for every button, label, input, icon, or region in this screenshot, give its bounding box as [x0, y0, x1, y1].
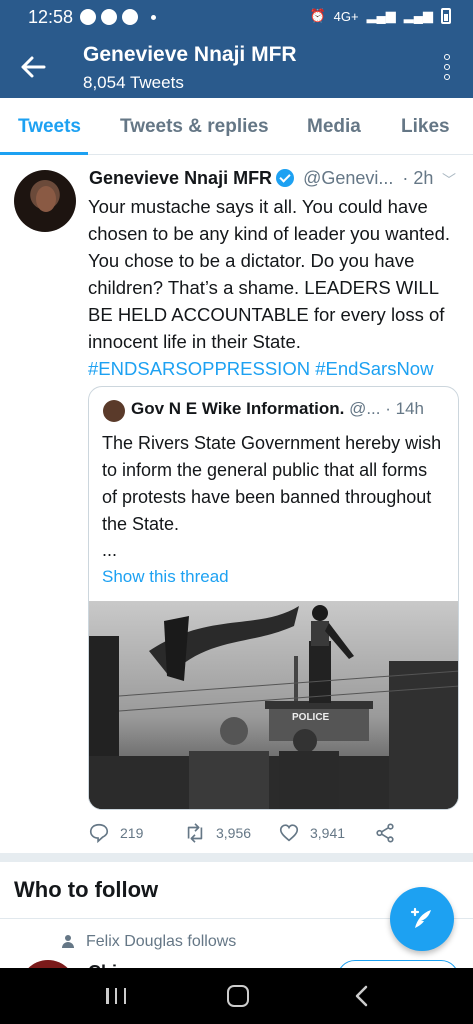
quoted-time: · 14h: [385, 399, 424, 418]
who-to-follow-title: Who to follow: [14, 877, 159, 902]
quoted-header: Gov N E Wike Information. @... · 14h: [131, 399, 424, 419]
notification-icon: [101, 9, 117, 25]
tweet-actions: 219 3,956 3,941: [88, 818, 463, 848]
system-nav-bar: [0, 968, 473, 1024]
like-count: 3,941: [310, 825, 346, 841]
reply-icon: [89, 823, 109, 844]
profile-header: Genevieve Nnaji MFR 8,054 Tweets: [0, 36, 473, 98]
show-thread-link[interactable]: Show this thread: [102, 567, 229, 587]
compose-tweet-button[interactable]: [390, 887, 454, 951]
back-arrow-icon[interactable]: [18, 52, 48, 82]
status-bar: 12:58 ⏰ 4G+ ▂▄▆ ▂▄▆: [0, 0, 473, 36]
retweet-count: 3,956: [216, 825, 252, 841]
verified-badge-icon: [276, 169, 295, 187]
quoted-tweet[interactable]: Gov N E Wike Information. @... · 14h The…: [88, 386, 459, 810]
tab-media[interactable]: Media: [307, 116, 361, 138]
active-tab-indicator: [0, 152, 88, 155]
signal-icon: ▂▄▆: [403, 8, 433, 23]
compose-feather-icon: [410, 907, 431, 928]
system-back-icon[interactable]: [352, 985, 372, 1007]
like-button[interactable]: 3,941: [278, 822, 345, 844]
signal-icon: ▂▄▆: [366, 8, 396, 23]
network-type: 4G+: [333, 8, 359, 24]
tweet-header: Genevieve Nnaji MFR @Genevi... · 2h ﹀: [89, 168, 464, 194]
quoted-handle: @...: [349, 399, 381, 418]
heart-icon: [279, 824, 299, 842]
profile-tabs: Tweets Tweets & replies Media Likes: [0, 98, 473, 155]
profile-name-title: Genevieve Nnaji MFR: [83, 43, 297, 66]
person-icon: [62, 935, 74, 949]
notification-icon: [122, 9, 138, 25]
follows-text: Felix Douglas follows: [86, 933, 237, 950]
notification-icons: [80, 9, 156, 25]
reply-button[interactable]: 219: [88, 822, 143, 844]
home-icon[interactable]: [227, 985, 249, 1007]
tab-tweets-and-replies[interactable]: Tweets & replies: [120, 116, 269, 138]
share-button[interactable]: [374, 822, 396, 844]
hashtags[interactable]: #ENDSARSOPPRESSION #EndSarsNow: [88, 358, 433, 379]
battery-icon: [441, 8, 451, 24]
system-icons: ⏰ 4G+ ▂▄▆ ▂▄▆: [309, 8, 451, 24]
quoted-text: The Rivers State Government hereby wish …: [102, 433, 442, 534]
clock: 12:58: [28, 7, 74, 27]
reply-count: 219: [120, 825, 144, 841]
police-sign-text: POLICE: [292, 712, 330, 723]
share-icon: [376, 823, 394, 843]
more-notifications-icon: [151, 14, 156, 20]
quoted-ellipsis: ...: [102, 540, 118, 560]
tweet-count: 8,054 Tweets: [83, 73, 184, 92]
retweet-button[interactable]: 3,956: [184, 822, 251, 844]
section-divider: [0, 853, 473, 862]
tweet-time: · 2h: [402, 168, 434, 188]
quoted-author-name: Gov N E Wike Information.: [131, 399, 345, 418]
author-name[interactable]: Genevieve Nnaji MFR: [89, 168, 272, 188]
notification-icon: [80, 9, 96, 25]
retweet-icon: [187, 823, 203, 843]
alarm-icon: ⏰: [309, 8, 326, 23]
avatar[interactable]: [14, 170, 76, 232]
follows-context: Felix Douglas follows: [62, 933, 236, 951]
recents-icon[interactable]: [106, 988, 126, 1004]
chevron-down-icon[interactable]: ﹀: [442, 170, 456, 190]
author-handle: @Genevi...: [303, 168, 394, 188]
quoted-photo[interactable]: POLICE: [89, 601, 458, 809]
more-options-icon[interactable]: [443, 54, 451, 80]
tab-tweets[interactable]: Tweets: [18, 116, 81, 138]
tweet-text: Your mustache says it all. You could hav…: [88, 193, 463, 382]
tweet-body: Your mustache says it all. You could hav…: [88, 196, 451, 352]
tab-likes[interactable]: Likes: [401, 116, 450, 138]
quoted-avatar: [103, 400, 125, 422]
